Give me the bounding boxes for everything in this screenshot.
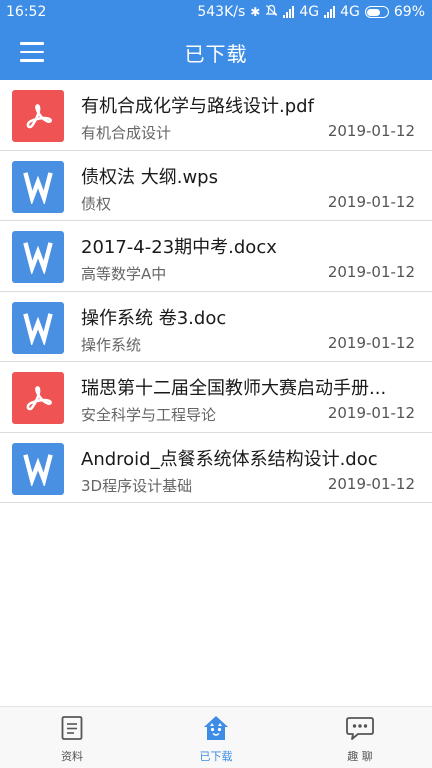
file-course: 安全科学与工程导论: [81, 406, 217, 424]
app-bar: 已下载: [0, 24, 432, 80]
nav-tab-label: 趣 聊: [347, 750, 373, 763]
file-name: 债权法 大纲.wps: [81, 166, 218, 188]
network-speed: 543K/s: [197, 4, 246, 20]
file-course: 债权: [81, 194, 112, 213]
file-row[interactable]: 债权法 大纲.wps 债权 2019-01-12: [0, 150, 432, 221]
pdf-file-icon: [12, 90, 64, 142]
downloaded-icon: [201, 713, 231, 743]
document-icon: [57, 713, 87, 743]
file-name: 操作系统 卷3.doc: [81, 307, 227, 329]
file-course: 3D程序设计基础: [81, 476, 193, 495]
nav-tab-label: 资料: [61, 750, 83, 763]
file-list: 有机合成化学与路线设计.pdf 有机合成设计 2019-01-12 债权法 大纲.w…: [0, 80, 432, 503]
file-name: 瑞思第十二届全国教师大赛启动手册...: [81, 378, 387, 399]
file-row[interactable]: 瑞思第十二届全国教师大赛启动手册... 安全科学与工程导论 2019-01-12: [0, 362, 432, 433]
bluetooth-icon: ✱: [250, 5, 261, 19]
network-type-1: 4G: [299, 4, 320, 20]
word-file-icon: [12, 160, 64, 213]
file-name: 有机合成化学与路线设计.pdf: [81, 96, 314, 117]
nav-tab-1[interactable]: 已下载: [144, 707, 288, 768]
word-file-icon: [12, 231, 64, 283]
file-row[interactable]: 2017-4-23期中考.docx 高等数学A中 2019-01-12: [0, 221, 432, 292]
nav-tab-label: 已下载: [199, 750, 233, 763]
pdf-file-icon: [12, 372, 64, 424]
file-row[interactable]: Android_点餐系统体系结构设计.doc 3D程序设计基础 2019-01-12: [0, 432, 432, 503]
signal-icon: [283, 6, 295, 18]
battery-icon: [364, 6, 389, 18]
file-date: 2019-01-12: [327, 404, 415, 422]
nav-tab-0[interactable]: 资料: [0, 707, 144, 768]
file-name: 2017-4-23期中考.docx: [81, 237, 277, 258]
file-date: 2019-01-12: [327, 333, 415, 352]
file-course: 高等数学A中: [81, 265, 167, 283]
file-course: 有机合成设计: [81, 124, 172, 142]
signal-icon: [324, 6, 336, 18]
file-name: Android_点餐系统体系结构设计.doc: [81, 448, 378, 470]
word-file-icon: [12, 442, 64, 495]
chat-icon: [345, 713, 375, 743]
status-bar: 16:52 543K/s ✱ 4G 4G 69%: [0, 0, 432, 24]
file-date: 2019-01-12: [327, 474, 415, 493]
hamburger-icon: [20, 42, 44, 45]
file-course: 操作系统: [81, 335, 142, 354]
file-row[interactable]: 有机合成化学与路线设计.pdf 有机合成设计 2019-01-12: [0, 80, 432, 151]
file-row[interactable]: 操作系统 卷3.doc 操作系统 2019-01-12: [0, 291, 432, 362]
status-time: 16:52: [6, 4, 47, 20]
network-type-2: 4G: [340, 4, 360, 20]
mute-bell-icon: [265, 4, 278, 20]
menu-button[interactable]: [10, 36, 54, 68]
nav-tab-2[interactable]: 趣 聊: [288, 707, 432, 768]
file-date: 2019-01-12: [327, 263, 415, 281]
file-date: 2019-01-12: [327, 192, 415, 211]
file-date: 2019-01-12: [327, 122, 415, 140]
word-file-icon: [12, 301, 64, 354]
bottom-nav: 资料 已下载 趣 聊: [0, 706, 432, 768]
battery-percent: 69%: [393, 4, 425, 20]
status-indicators: 543K/s ✱ 4G 4G 69%: [197, 4, 425, 20]
page-title: 已下载: [184, 41, 248, 66]
